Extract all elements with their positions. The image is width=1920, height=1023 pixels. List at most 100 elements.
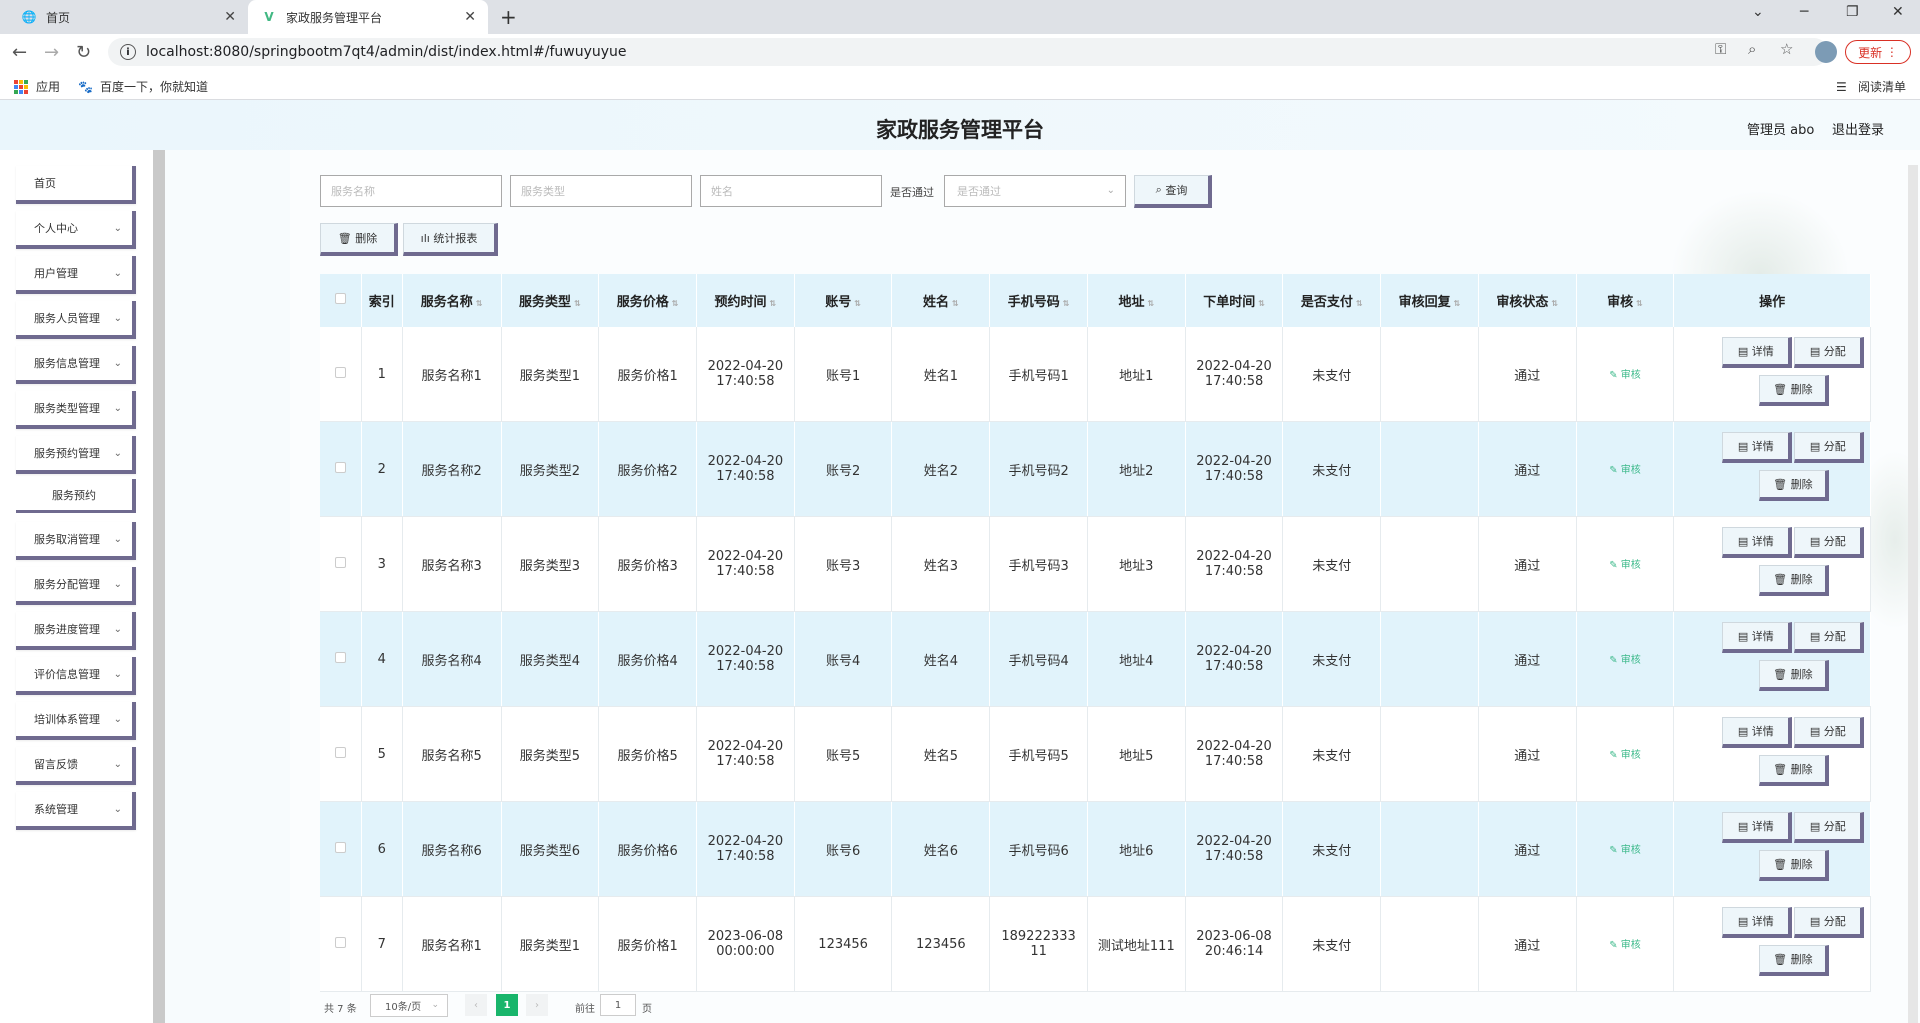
close-window-icon[interactable]: ✕ (1892, 4, 1904, 20)
select-all-cell[interactable] (320, 274, 362, 327)
column-header[interactable]: 地址 ⇅ (1087, 274, 1186, 327)
delete-button[interactable]: 🗑 删除 (1759, 660, 1830, 691)
column-header[interactable]: 下单时间 ⇅ (1185, 274, 1284, 327)
logout-link[interactable]: 退出登录 (1832, 119, 1884, 138)
back-icon[interactable]: ← (12, 42, 27, 63)
delete-button[interactable]: 🗑 删除 (1759, 945, 1830, 976)
tab-search-icon[interactable]: ⌄ (1752, 4, 1764, 20)
detail-button[interactable]: ▤ 详情 (1722, 717, 1793, 748)
row-select-cell[interactable] (320, 327, 362, 422)
assign-button[interactable]: ▤ 分配 (1794, 337, 1865, 368)
audit-link[interactable]: ✎ 审核 (1609, 750, 1641, 761)
detail-button[interactable]: ▤ 详情 (1722, 622, 1793, 653)
sidebar-item[interactable]: 服务预约管理 ⌄ (16, 436, 136, 474)
sidebar-item[interactable]: 留言反馈 ⌄ (16, 747, 136, 785)
detail-button[interactable]: ▤ 详情 (1722, 907, 1793, 938)
update-button[interactable]: 更新 ⋮ (1845, 40, 1911, 64)
prev-page-button[interactable]: ‹ (465, 994, 487, 1016)
sidebar-item[interactable]: 培训体系管理 ⌄ (16, 702, 136, 740)
sort-icon[interactable]: ⇅ (1147, 299, 1154, 308)
zoom-icon[interactable]: ⌕ (1748, 40, 1756, 58)
new-tab-icon[interactable]: + (500, 5, 517, 29)
name-input[interactable]: 姓名 (700, 175, 882, 207)
assign-button[interactable]: ▤ 分配 (1794, 717, 1865, 748)
bookmark-baidu[interactable]: 🐾 百度一下，你就知道 (78, 78, 208, 95)
row-select-cell[interactable] (320, 801, 362, 897)
column-header[interactable]: 手机号码 ⇅ (989, 274, 1088, 327)
detail-button[interactable]: ▤ 详情 (1722, 527, 1793, 558)
sort-icon[interactable]: ⇅ (770, 299, 777, 308)
service-type-input[interactable]: 服务类型 (510, 175, 692, 207)
detail-button[interactable]: ▤ 详情 (1722, 337, 1793, 368)
url-input[interactable]: i localhost:8080/springbootm7qt4/admin/d… (108, 38, 1828, 66)
sidebar-item[interactable]: 个人中心 ⌄ (16, 211, 136, 249)
reload-icon[interactable]: ↻ (76, 42, 91, 63)
batch-delete-button[interactable]: 🗑 删除 (320, 223, 398, 256)
sort-icon[interactable]: ⇅ (1063, 299, 1070, 308)
row-select-cell[interactable] (320, 896, 362, 992)
report-button[interactable]: ılı 统计报表 (403, 223, 498, 256)
audit-link[interactable]: ✎ 审核 (1609, 465, 1641, 476)
column-header[interactable]: 账号 ⇅ (794, 274, 893, 327)
sidebar-item[interactable]: 系统管理 ⌄ (16, 792, 136, 830)
goto-page-input[interactable]: 1 (600, 994, 636, 1016)
row-select-cell[interactable] (320, 421, 362, 517)
key-icon[interactable]: ⚿ (1715, 40, 1726, 58)
row-checkbox[interactable] (334, 651, 346, 663)
sort-icon[interactable]: ⇅ (476, 299, 483, 308)
assign-button[interactable]: ▤ 分配 (1794, 432, 1865, 463)
audit-link[interactable]: ✎ 审核 (1609, 845, 1641, 856)
sidebar-scrollbar[interactable] (153, 150, 165, 1023)
sidebar-item[interactable]: 服务分配管理 ⌄ (16, 567, 136, 605)
sidebar-item[interactable]: 服务取消管理 ⌄ (16, 522, 136, 560)
sort-icon[interactable]: ⇅ (952, 299, 959, 308)
sidebar-subitem[interactable]: 服务预约 (16, 479, 136, 513)
audit-link[interactable]: ✎ 审核 (1609, 560, 1641, 571)
row-select-cell[interactable] (320, 516, 362, 612)
sort-icon[interactable]: ⇅ (1356, 299, 1363, 308)
sort-icon[interactable]: ⇅ (672, 299, 679, 308)
sort-icon[interactable]: ⇅ (854, 299, 861, 308)
delete-button[interactable]: 🗑 删除 (1759, 755, 1830, 786)
column-header[interactable]: 姓名 ⇅ (891, 274, 991, 327)
column-header[interactable]: 服务名称 ⇅ (402, 274, 502, 327)
page-size-select[interactable]: 10条/页 ⌄ (370, 994, 448, 1017)
sort-icon[interactable]: ⇅ (1454, 299, 1461, 308)
sidebar-item[interactable]: 服务信息管理 ⌄ (16, 346, 136, 384)
delete-button[interactable]: 🗑 删除 (1759, 850, 1830, 881)
close-icon[interactable]: ✕ (464, 9, 476, 25)
sidebar-item[interactable]: 服务类型管理 ⌄ (16, 391, 136, 429)
sidebar-item[interactable]: 用户管理 ⌄ (16, 256, 136, 294)
row-checkbox[interactable] (334, 841, 346, 853)
sort-icon[interactable]: ⇅ (1636, 299, 1643, 308)
page-number-button[interactable]: 1 (496, 994, 518, 1016)
delete-button[interactable]: 🗑 删除 (1759, 565, 1830, 596)
row-checkbox[interactable] (334, 556, 346, 568)
audit-link[interactable]: ✎ 审核 (1609, 655, 1641, 666)
bookmark-star-icon[interactable]: ☆ (1780, 40, 1793, 58)
profile-avatar[interactable] (1815, 41, 1837, 63)
row-checkbox[interactable] (334, 366, 346, 378)
delete-button[interactable]: 🗑 删除 (1759, 375, 1830, 406)
bookmark-reading-list[interactable]: ☰ 阅读清单 (1836, 78, 1906, 95)
row-checkbox[interactable] (334, 746, 346, 758)
row-select-cell[interactable] (320, 611, 362, 707)
browser-tab-platform[interactable]: V 家政服务管理平台 ✕ (248, 0, 488, 34)
delete-button[interactable]: 🗑 删除 (1759, 470, 1830, 501)
row-select-cell[interactable] (320, 706, 362, 802)
passed-select[interactable]: 是否通过 ⌄ (944, 175, 1126, 207)
column-header[interactable]: 审核 ⇅ (1576, 274, 1675, 327)
sidebar-item[interactable]: 首页 (16, 166, 136, 204)
sort-icon[interactable]: ⇅ (1258, 299, 1265, 308)
column-header[interactable]: 审核状态 ⇅ (1478, 274, 1577, 327)
assign-button[interactable]: ▤ 分配 (1794, 907, 1865, 938)
service-name-input[interactable]: 服务名称 (320, 175, 502, 207)
audit-link[interactable]: ✎ 审核 (1609, 940, 1641, 951)
restore-icon[interactable]: ❐ (1846, 4, 1859, 20)
sort-icon[interactable]: ⇅ (574, 299, 581, 308)
assign-button[interactable]: ▤ 分配 (1794, 812, 1865, 843)
column-header[interactable]: 预约时间 ⇅ (696, 274, 795, 327)
column-header[interactable]: 服务类型 ⇅ (501, 274, 600, 327)
site-info-icon[interactable]: i (120, 44, 136, 60)
audit-link[interactable]: ✎ 审核 (1609, 370, 1641, 381)
